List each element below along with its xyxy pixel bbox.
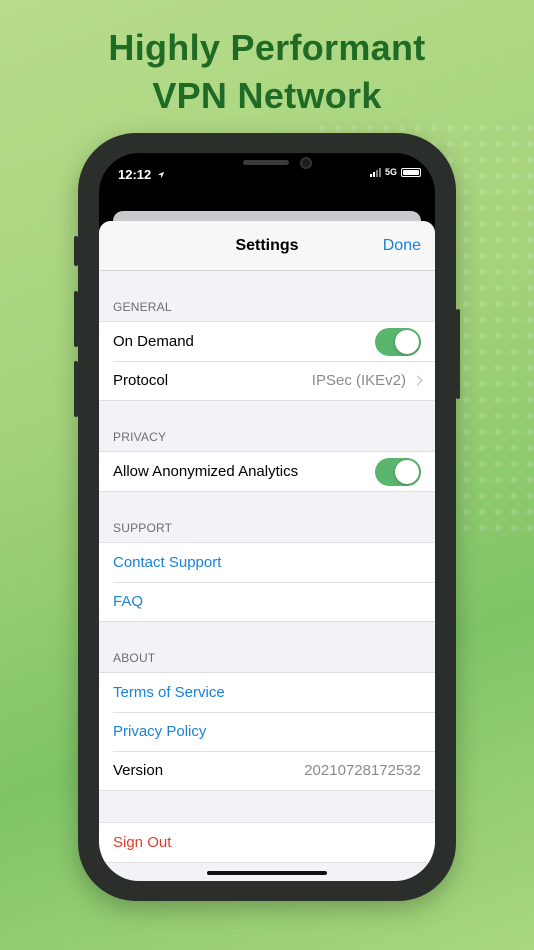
done-button[interactable]: Done [383, 237, 421, 255]
protocol-value: IPSec (IKEv2) [311, 372, 423, 389]
signal-icon [369, 167, 381, 177]
section-header-privacy: PRIVACY [113, 430, 167, 444]
mute-switch [74, 236, 78, 266]
privacy-group: Allow Anonymized Analytics [99, 451, 435, 492]
faq-row[interactable]: FAQ [99, 582, 435, 621]
phone-screen: 12:12 5G Settings Done GENERAL On Demand [99, 153, 435, 881]
protocol-row[interactable]: Protocol IPSec (IKEv2) [99, 361, 435, 400]
protocol-label: Protocol [113, 372, 169, 389]
on-demand-label: On Demand [113, 333, 194, 350]
support-group: Contact Support FAQ [99, 542, 435, 622]
settings-sheet: Settings Done GENERAL On Demand Protocol… [99, 221, 435, 881]
status-right: 5G [369, 167, 421, 177]
home-indicator[interactable] [207, 871, 327, 875]
status-time-text: 12:12 [118, 167, 152, 182]
section-header-support: SUPPORT [113, 521, 173, 535]
headline-line-2: VPN Network [152, 75, 382, 116]
location-arrow-icon [157, 171, 165, 179]
section-header-general: GENERAL [113, 300, 172, 314]
chevron-right-icon [412, 375, 423, 386]
toggle-knob [395, 459, 419, 484]
headline: Highly Performant VPN Network [0, 24, 534, 120]
analytics-label: Allow Anonymized Analytics [113, 463, 299, 480]
version-row: Version 20210728172532 [99, 751, 435, 790]
terms-row[interactable]: Terms of Service [99, 673, 435, 712]
protocol-value-text: IPSec (IKEv2) [311, 372, 406, 389]
settings-navbar: Settings Done [99, 221, 435, 271]
terms-link[interactable]: Terms of Service [113, 684, 225, 701]
headline-line-1: Highly Performant [108, 27, 426, 68]
analytics-row: Allow Anonymized Analytics [99, 452, 435, 491]
status-time: 12:12 [118, 167, 165, 182]
account-group: Sign Out [99, 822, 435, 863]
privacy-policy-link[interactable]: Privacy Policy [113, 723, 206, 740]
version-label: Version [113, 762, 164, 779]
sign-out-row[interactable]: Sign Out [99, 823, 435, 862]
analytics-toggle[interactable] [375, 457, 421, 486]
section-header-about: ABOUT [113, 651, 156, 665]
contact-support-row[interactable]: Contact Support [99, 543, 435, 582]
on-demand-row: On Demand [99, 322, 435, 361]
volume-down-button [74, 361, 78, 417]
toggle-knob [395, 329, 419, 354]
privacy-policy-row[interactable]: Privacy Policy [99, 712, 435, 751]
contact-support-link[interactable]: Contact Support [113, 554, 221, 571]
volume-up-button [74, 291, 78, 347]
about-group: Terms of Service Privacy Policy Version … [99, 672, 435, 791]
faq-link[interactable]: FAQ [113, 593, 143, 610]
power-button [456, 309, 460, 399]
version-value: 20210728172532 [304, 762, 421, 779]
battery-icon [401, 167, 421, 177]
phone-frame: 12:12 5G Settings Done GENERAL On Demand [74, 133, 460, 901]
general-group: On Demand Protocol IPSec (IKEv2) [99, 321, 435, 401]
sign-out-button[interactable]: Sign Out [113, 834, 171, 851]
on-demand-toggle[interactable] [375, 327, 421, 356]
network-type: 5G [384, 167, 397, 177]
status-bar: 12:12 5G [99, 153, 435, 193]
